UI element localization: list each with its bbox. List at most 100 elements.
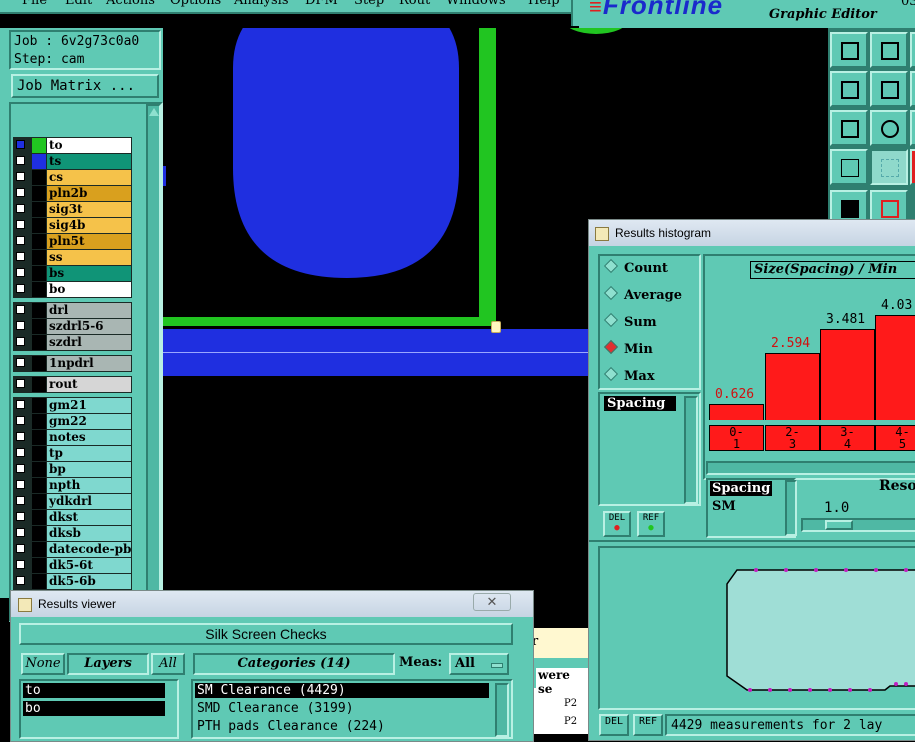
menu-windows[interactable]: Windows: [446, 0, 506, 8]
layer-checkbox[interactable]: [16, 496, 25, 505]
layers-button[interactable]: Layers: [67, 653, 149, 675]
slider-handle[interactable]: [825, 520, 853, 530]
layer-row[interactable]: dk5-6t: [14, 558, 131, 573]
layer-checkbox[interactable]: [16, 220, 25, 229]
tool-more-2[interactable]: [910, 71, 915, 107]
ref-button-bottom[interactable]: REF: [633, 714, 663, 736]
tool-settings[interactable]: [830, 149, 868, 185]
layer-row[interactable]: 1npdrl: [14, 356, 131, 371]
layer-row[interactable]: pln2b: [14, 186, 131, 201]
layer-scrollbar[interactable]: [146, 104, 161, 620]
layer-checkbox[interactable]: [16, 576, 25, 585]
categories-scrollbar[interactable]: [495, 683, 509, 737]
menu-options[interactable]: Options: [170, 0, 221, 8]
categories-button[interactable]: Categories (14): [193, 653, 395, 675]
category-smd-clearance[interactable]: SMD Clearance (3199): [197, 701, 354, 716]
tool-grid[interactable]: [870, 149, 908, 185]
layer-checkbox[interactable]: [16, 337, 25, 346]
layer-checkbox[interactable]: [16, 305, 25, 314]
layer-checkbox[interactable]: [16, 448, 25, 457]
close-icon[interactable]: ✕: [473, 593, 511, 611]
layer-checkbox[interactable]: [16, 252, 25, 261]
layer-row[interactable]: gm21: [14, 398, 131, 413]
result-item-sm[interactable]: SM: [712, 499, 736, 514]
layer-checkbox[interactable]: [16, 528, 25, 537]
tool-zoom-center[interactable]: [870, 110, 908, 146]
layer-row[interactable]: gm22: [14, 414, 131, 429]
menu-edit[interactable]: Edit: [65, 0, 92, 8]
tool-move-up[interactable]: [830, 32, 868, 68]
tool-move-left[interactable]: [830, 71, 868, 107]
menu-step[interactable]: Step: [354, 0, 384, 8]
menu-actions[interactable]: Actions: [106, 0, 155, 8]
layer-row[interactable]: bp: [14, 462, 131, 477]
histogram-bar[interactable]: [820, 329, 875, 420]
layer-checkbox[interactable]: [16, 416, 25, 425]
layer-row[interactable]: pln5t: [14, 234, 131, 249]
layer-row[interactable]: szdrl: [14, 335, 131, 350]
layer-row[interactable]: dk5-6b: [14, 574, 131, 589]
chart-hscrollbar[interactable]: [706, 461, 915, 475]
layer-checkbox[interactable]: [16, 560, 25, 569]
category-pth-pads-clearance[interactable]: PTH pads Clearance (224): [197, 719, 385, 734]
layer-row[interactable]: rout: [14, 377, 131, 392]
menu-rout[interactable]: Rout: [399, 0, 430, 8]
layer-row[interactable]: bo: [14, 282, 131, 297]
layer-checkbox[interactable]: [16, 140, 25, 149]
layer-row[interactable]: dkst: [14, 510, 131, 525]
layer-row[interactable]: to: [14, 138, 131, 153]
histogram-bar[interactable]: [765, 353, 820, 420]
layer-checkbox[interactable]: [16, 204, 25, 213]
layer-checkbox[interactable]: [16, 480, 25, 489]
layer-checkbox[interactable]: [16, 512, 25, 521]
layer-checkbox[interactable]: [16, 358, 25, 367]
tool-more-4[interactable]: [910, 149, 915, 185]
layer-row[interactable]: ts: [14, 154, 131, 169]
menu-help[interactable]: Help: [528, 0, 560, 8]
layer-row[interactable]: sig3t: [14, 202, 131, 217]
layer-checkbox[interactable]: [16, 156, 25, 165]
job-matrix-button[interactable]: Job Matrix ...: [11, 74, 159, 98]
tool-more-1[interactable]: [910, 32, 915, 68]
layer-checkbox[interactable]: [16, 321, 25, 330]
layer-checkbox[interactable]: [16, 236, 25, 245]
layer-row[interactable]: drl: [14, 303, 131, 318]
histogram-bar[interactable]: [709, 404, 764, 420]
layer-row[interactable]: notes: [14, 430, 131, 445]
tool-move-right[interactable]: [870, 71, 908, 107]
layer-row[interactable]: tp: [14, 446, 131, 461]
layer-checkbox[interactable]: [16, 400, 25, 409]
category-sm-clearance[interactable]: SM Clearance (4429): [195, 683, 489, 698]
layer-checkbox[interactable]: [16, 284, 25, 293]
layer-checkbox[interactable]: [16, 464, 25, 473]
none-button[interactable]: None: [21, 653, 65, 675]
viewer-layer-bo[interactable]: bo: [23, 701, 165, 716]
layer-row[interactable]: npth: [14, 478, 131, 493]
meas-select[interactable]: All: [449, 653, 509, 675]
result-scrollbar[interactable]: [785, 480, 797, 536]
layer-checkbox[interactable]: [16, 172, 25, 181]
layer-row[interactable]: cs: [14, 170, 131, 185]
layer-checkbox[interactable]: [16, 544, 25, 553]
histogram-bar[interactable]: [875, 315, 915, 420]
resolution-slider[interactable]: [801, 518, 915, 532]
all-layers-button[interactable]: All: [151, 653, 185, 675]
del-button-bottom[interactable]: DEL: [599, 714, 629, 736]
viewer-layer-to[interactable]: to: [23, 683, 165, 698]
layer-row[interactable]: ydkdrl: [14, 494, 131, 509]
menu-file[interactable]: File: [22, 0, 47, 8]
layer-checkbox[interactable]: [16, 268, 25, 277]
layer-checkbox[interactable]: [16, 188, 25, 197]
layer-row[interactable]: datecode-pbe: [14, 542, 131, 557]
tool-more-3[interactable]: [910, 110, 915, 146]
layer-checkbox[interactable]: [16, 379, 25, 388]
layer-row[interactable]: szdrl5-6: [14, 319, 131, 334]
menu-analysis[interactable]: Analysis: [234, 0, 289, 8]
tool-zoom-fit[interactable]: [830, 110, 868, 146]
layer-row[interactable]: dksb: [14, 526, 131, 541]
result-item-spacing[interactable]: Spacing: [710, 481, 773, 496]
layer-row[interactable]: sig4b: [14, 218, 131, 233]
tool-move-down[interactable]: [870, 32, 908, 68]
scroll-up-icon[interactable]: [149, 108, 159, 116]
menu-dfm[interactable]: DFM: [305, 0, 338, 8]
